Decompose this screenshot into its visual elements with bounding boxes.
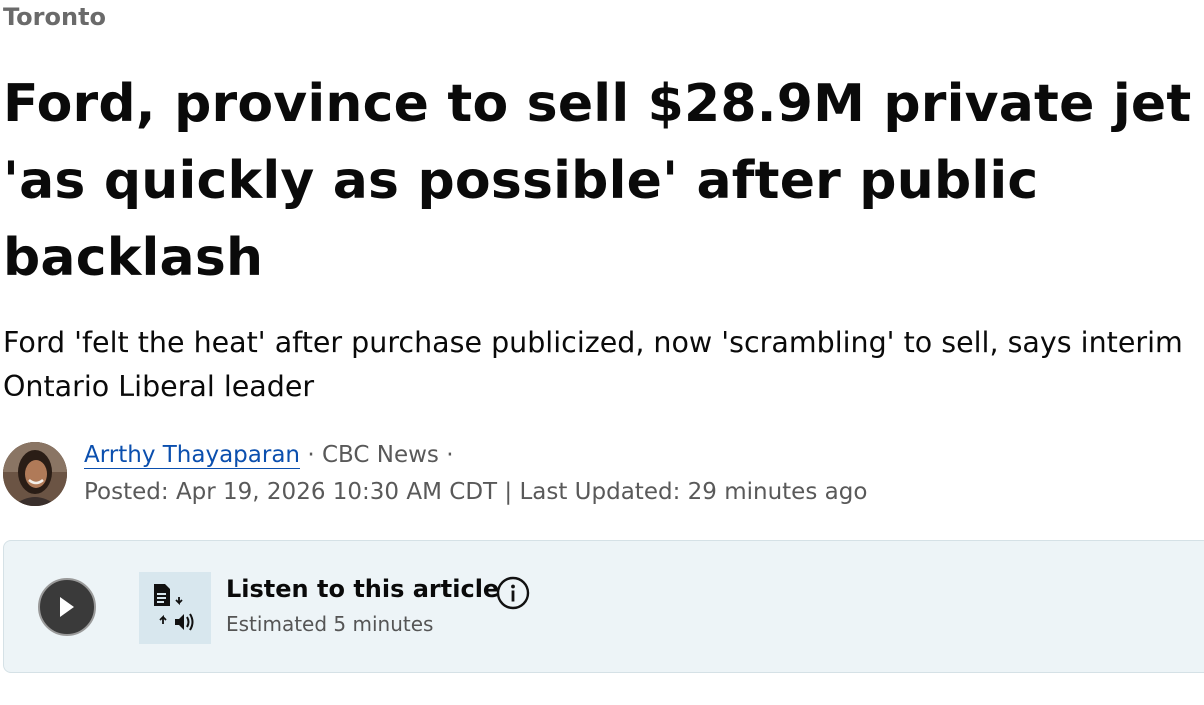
listen-title: Listen to this article <box>226 575 500 603</box>
listen-duration: Estimated 5 minutes <box>226 612 434 636</box>
byline: Arrthy Thayaparan · CBC News · Posted: A… <box>3 440 1193 510</box>
author-link[interactable]: Arrthy Thayaparan <box>84 442 301 469</box>
article-headline: Ford, province to sell $28.9M private je… <box>3 74 1192 288</box>
posted-time: Apr 19, 2026 10:30 AM CDT <box>175 479 498 505</box>
byline-timestamps: Posted: Apr 19, 2026 10:30 AM CDT | Last… <box>84 477 867 507</box>
timestamp-divider: | <box>504 479 513 505</box>
play-icon <box>60 597 74 617</box>
play-button[interactable] <box>38 578 96 636</box>
byline-separator: · <box>307 442 315 468</box>
byline-authors: Arrthy Thayaparan · CBC News · <box>84 440 454 470</box>
author-avatar[interactable] <box>3 442 67 506</box>
listen-to-article-panel: Listen to this article Estimated 5 minut… <box>3 540 1204 673</box>
byline-separator-trailing: · <box>446 442 454 468</box>
article-deck: Ford 'felt the heat' after purchase publ… <box>3 326 1183 403</box>
article-header: Toronto Ford, province to sell $28.9M pr… <box>0 0 1204 705</box>
author-photo <box>3 442 67 506</box>
info-icon[interactable] <box>496 576 530 610</box>
updated-label: Last Updated: <box>519 479 681 505</box>
text-to-speech-icon <box>139 572 211 644</box>
posted-label: Posted: <box>84 479 169 505</box>
section-link[interactable]: Toronto <box>3 3 106 31</box>
updated-time: 29 minutes ago <box>687 479 868 505</box>
outlet-name: CBC News <box>321 442 439 468</box>
